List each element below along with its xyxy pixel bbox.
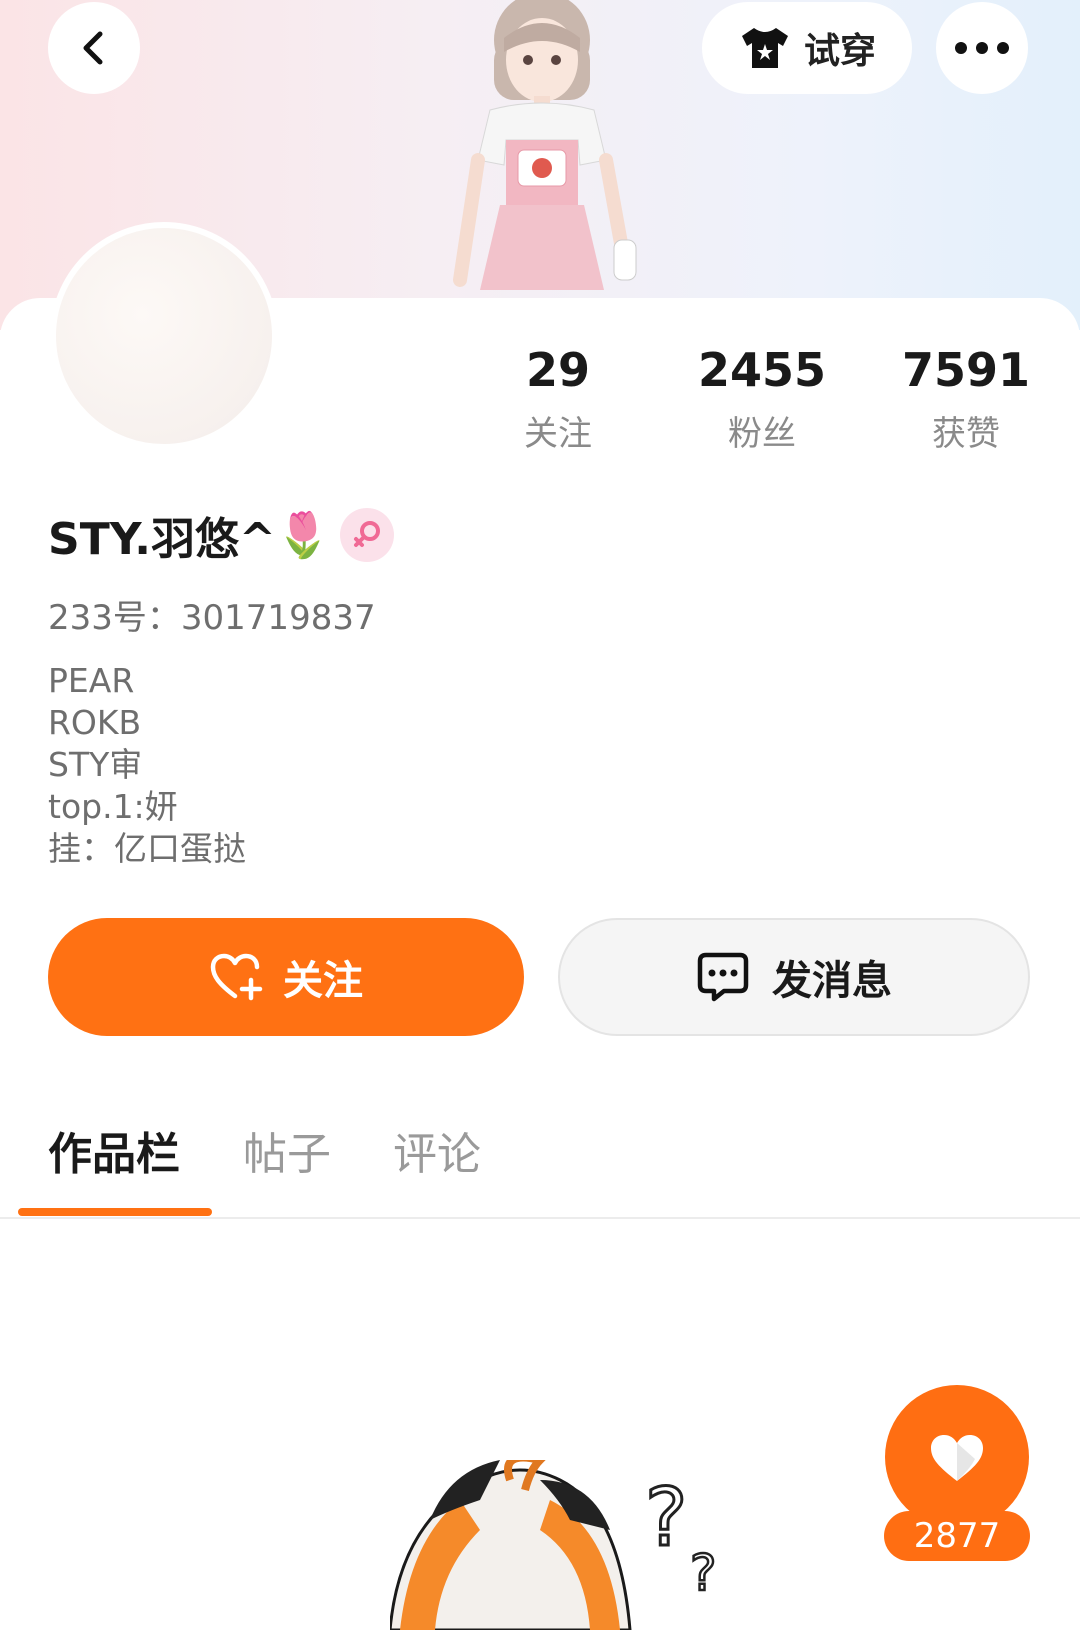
bio-line: PEAR: [48, 661, 135, 700]
bio-line: 挂：亿口蛋挞: [48, 829, 246, 868]
tab-works[interactable]: 作品栏: [48, 1118, 180, 1182]
heart-icon: [931, 1435, 983, 1481]
username-text: STY.羽悠^: [48, 514, 276, 565]
tshirt-icon: [741, 28, 788, 68]
avatar-3d-character[interactable]: [430, 0, 660, 300]
back-button[interactable]: [48, 2, 140, 94]
try-on-label: 试穿: [803, 31, 876, 72]
heart-plus-icon: [210, 953, 263, 1001]
more-button[interactable]: [936, 2, 1028, 94]
tab-posts[interactable]: 帖子: [243, 1118, 331, 1182]
user-id: 233号：301719837: [48, 590, 376, 639]
bio-line: top.1:妍: [48, 787, 178, 826]
chat-bubble-icon: [697, 952, 749, 1002]
stat-following-value: 29: [525, 343, 590, 397]
bio-line: STY审: [48, 745, 143, 784]
tulip-emoji: 🌷: [275, 510, 331, 561]
stat-followers-label: 粉丝: [728, 414, 796, 454]
like-count: 2877: [884, 1511, 1030, 1561]
stat-likes-label: 获赞: [932, 414, 1000, 454]
tab-divider: [0, 1217, 1080, 1219]
follow-label: 关注: [283, 958, 363, 1004]
message-button[interactable]: 发消息: [558, 918, 1030, 1036]
stat-followers[interactable]: 2455 粉丝: [672, 340, 852, 455]
message-label: 发消息: [772, 958, 892, 1004]
svg-text:?: ?: [645, 1471, 687, 1564]
stat-likes[interactable]: 7591 获赞: [876, 340, 1056, 455]
username: STY.羽悠^ 🌷: [48, 503, 331, 567]
try-on-button[interactable]: 试穿: [702, 2, 912, 94]
stat-following[interactable]: 29 关注: [468, 340, 648, 455]
empty-state-mascot: ? ?: [390, 1460, 718, 1630]
female-icon: [354, 521, 380, 547]
svg-text:?: ?: [690, 1544, 717, 1602]
user-id-label: 233号：: [48, 598, 181, 638]
tab-comments[interactable]: 评论: [393, 1118, 481, 1182]
bio-line: ROKB: [48, 703, 142, 742]
bio: PEAR ROKB STY审 top.1:妍 挂：亿口蛋挞: [48, 660, 246, 870]
user-id-value: 301719837: [180, 598, 376, 638]
follow-button[interactable]: 关注: [48, 918, 524, 1036]
avatar[interactable]: [50, 222, 278, 450]
more-horizontal-icon: [955, 42, 1009, 54]
chevron-left-icon: [83, 31, 103, 65]
gender-badge: [340, 508, 394, 562]
stat-followers-value: 2455: [697, 343, 827, 397]
tab-indicator: [18, 1208, 212, 1216]
stat-following-label: 关注: [524, 414, 592, 454]
like-button[interactable]: [885, 1385, 1029, 1529]
stat-likes-value: 7591: [901, 343, 1031, 397]
